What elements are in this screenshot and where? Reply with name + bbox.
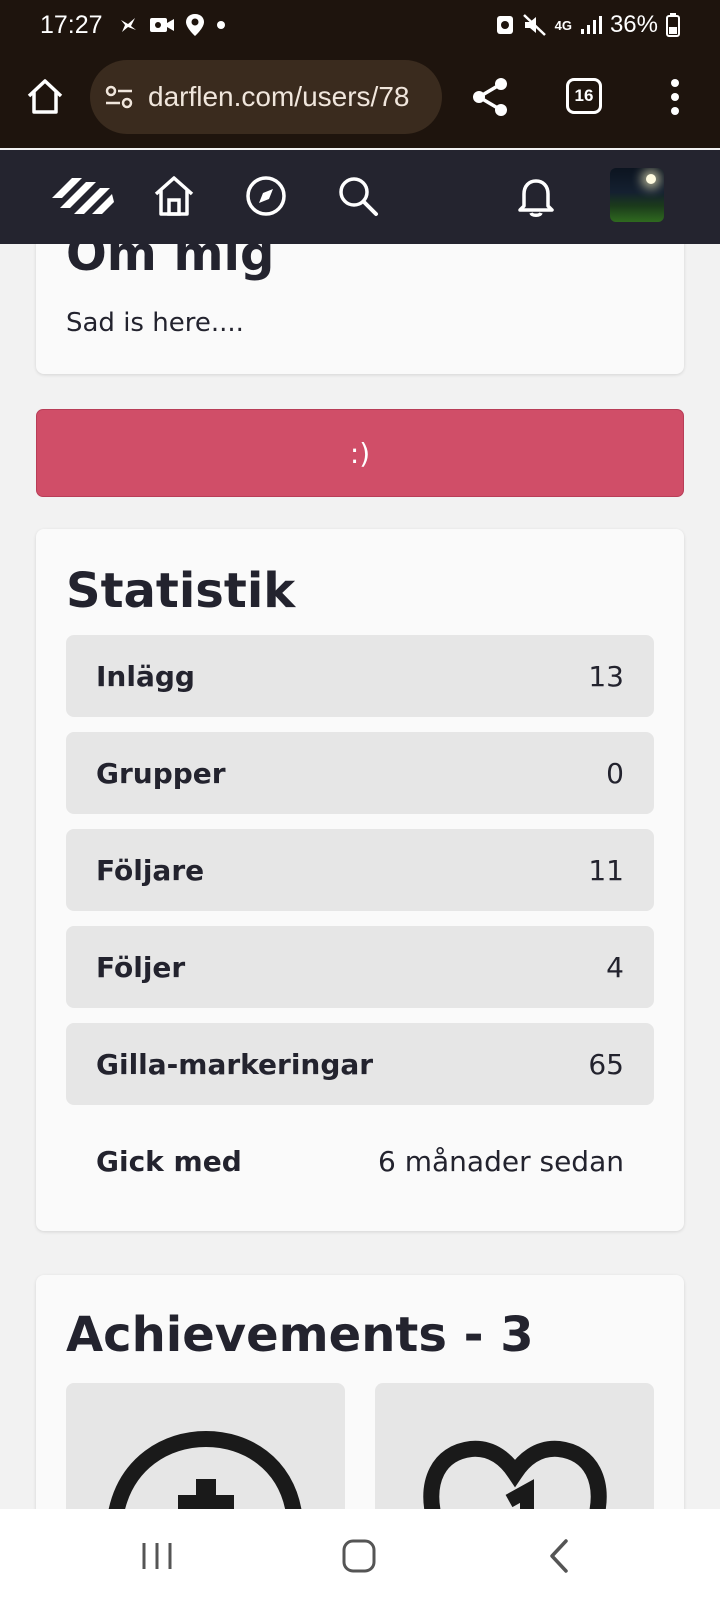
- stat-label: Följer: [96, 950, 186, 984]
- browser-home-icon[interactable]: [24, 76, 66, 118]
- url-text: darflen.com/users/78: [148, 81, 410, 112]
- tab-switcher-button[interactable]: 16: [566, 78, 602, 114]
- notification-app-icon: [120, 18, 136, 32]
- location-icon: [185, 14, 204, 36]
- stat-label: Gilla-markeringar: [96, 1047, 374, 1081]
- status-bar: 17:27 4G 36%: [0, 0, 720, 50]
- recycle-icon: [496, 16, 513, 34]
- stats-title: Statistik: [66, 563, 296, 619]
- achievement-heart-icon: [423, 1440, 607, 1509]
- signal-icon: [580, 16, 602, 34]
- achievement-tile[interactable]: [66, 1383, 345, 1509]
- stat-row-joined: Gick med 6 månader sedan: [66, 1120, 654, 1202]
- share-icon[interactable]: [470, 76, 510, 118]
- mute-icon: [522, 14, 546, 36]
- url-bar[interactable]: darflen.com/users/78: [90, 60, 442, 134]
- stat-row-following: Följer 4: [66, 926, 654, 1008]
- stats-card: Statistik Inlägg 13 Grupper 0 Följare 11…: [36, 529, 684, 1231]
- about-card: Om mig Sad is here....: [36, 244, 684, 374]
- browser-toolbar: darflen.com/users/78 16: [0, 50, 720, 148]
- about-title: Om mig: [66, 244, 275, 282]
- app-navbar: [0, 150, 720, 244]
- battery-icon: [666, 13, 680, 37]
- profile-content[interactable]: Om mig Sad is here.... :) Statistik Inlä…: [0, 244, 720, 1509]
- status-time: 17:27: [40, 10, 103, 39]
- stat-value: 0: [606, 756, 624, 790]
- achievement-tile[interactable]: [375, 1383, 654, 1509]
- about-text: Sad is here....: [66, 308, 244, 338]
- stat-value: 6 månader sedan: [378, 1144, 624, 1178]
- back-icon[interactable]: [538, 1533, 584, 1579]
- site-settings-icon[interactable]: [104, 84, 134, 110]
- dot-icon: [216, 21, 225, 29]
- achievements-card: Achievements - 3: [36, 1275, 684, 1509]
- search-icon[interactable]: [334, 172, 382, 220]
- stat-row-groups: Grupper 0: [66, 732, 654, 814]
- stat-value: 13: [588, 659, 624, 693]
- stat-label: Följare: [96, 853, 205, 887]
- video-camera-icon: [149, 18, 174, 32]
- stat-label: Grupper: [96, 756, 226, 790]
- stat-row-posts: Inlägg 13: [66, 635, 654, 717]
- stat-value: 65: [588, 1047, 624, 1081]
- achievements-title: Achievements - 3: [66, 1307, 534, 1363]
- stat-label: Inlägg: [96, 659, 195, 693]
- recent-apps-icon[interactable]: [134, 1533, 180, 1579]
- stat-row-likes: Gilla-markeringar 65: [66, 1023, 654, 1105]
- more-menu-icon[interactable]: [660, 76, 690, 118]
- home-button-icon[interactable]: [336, 1533, 382, 1579]
- explore-compass-icon[interactable]: [242, 172, 290, 220]
- battery-percent: 36%: [609, 11, 658, 38]
- stat-row-followers: Följare 11: [66, 829, 654, 911]
- home-icon[interactable]: [150, 172, 198, 220]
- achievement-badge-icon: [108, 1430, 302, 1509]
- darflen-logo-icon[interactable]: [48, 172, 118, 220]
- stat-value: 11: [588, 853, 624, 887]
- stat-label: Gick med: [96, 1144, 242, 1178]
- notifications-bell-icon[interactable]: [512, 172, 560, 220]
- network-type: 4G: [554, 17, 572, 33]
- user-avatar[interactable]: [610, 168, 664, 222]
- mood-button[interactable]: :): [36, 409, 684, 497]
- stat-value: 4: [606, 950, 624, 984]
- system-navigation-bar: [0, 1509, 720, 1600]
